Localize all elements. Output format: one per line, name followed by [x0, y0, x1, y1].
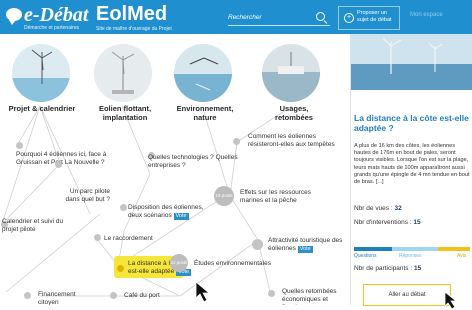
node-calendrier-suivi[interactable]: Calendrier et suivi du projet pilote [2, 218, 74, 234]
interventions-count: Nbr d'interventions : 15 [354, 219, 421, 226]
views-count: Nbr de vues : 32 [354, 205, 402, 212]
go-to-debate-button[interactable]: Aller au débat [363, 284, 451, 306]
interventions-value: 15 [413, 219, 421, 226]
category-projet-calendrier[interactable]: Projet & calendrier [6, 104, 78, 113]
header-bar: e-Débat Démarche et partenaires EolMed S… [0, 0, 472, 34]
avis-label: Avis [457, 253, 467, 259]
topic-photo [351, 34, 472, 90]
my-space-link[interactable]: Mon espace [410, 12, 443, 18]
node-parc-pilote[interactable]: Un parc pilote dans quel but ? [58, 188, 110, 204]
node-dot-selected[interactable] [117, 265, 124, 272]
views-label: Nbr de vues : [354, 205, 395, 212]
interventions-label: Nbr d'interventions : [354, 219, 414, 226]
participants-value: 15 [413, 265, 422, 272]
node-etudes-environnementales[interactable]: Études environnementales [194, 260, 284, 268]
topic-description: A plus de 16 km des côtes, les éoliennes… [354, 143, 470, 186]
node-cafe-du-port[interactable]: Café du port [124, 292, 180, 300]
eolmed-logo-title: EolMed [96, 3, 168, 25]
category-image-usages[interactable] [262, 44, 320, 102]
node-dot[interactable] [94, 234, 101, 241]
node-dot[interactable] [233, 138, 240, 145]
search-box [228, 11, 330, 26]
views-value: 32 [394, 205, 402, 212]
speech-bubble-icon [6, 8, 22, 25]
participants-label: Nbr de participants : [354, 265, 414, 272]
topic-detail-panel: La distance à la côte est-elle adaptée ?… [350, 34, 472, 310]
node-dot[interactable] [55, 161, 62, 168]
debate-map: Projet & calendrier Eolien flottant, imp… [0, 34, 350, 305]
edebat-logo-subtitle[interactable]: Démarche et partenaires [24, 25, 79, 31]
reponses-label: Réponses [399, 253, 422, 259]
mouse-cursor-icon [444, 291, 458, 310]
category-environnement-nature[interactable]: Environnement, nature [176, 104, 234, 122]
node-dot[interactable] [120, 204, 127, 211]
node-dot[interactable] [268, 290, 275, 297]
reponses-segment [392, 247, 438, 251]
node-raccordement[interactable]: Le raccordement [104, 235, 180, 243]
node-distance-cote[interactable]: La distance à la côte est-elle adaptée V… [128, 260, 200, 276]
eolmed-logo[interactable]: EolMed Site de maître d'ouvrage du Proje… [96, 2, 176, 32]
node-effets-ressources[interactable]: Effets sur les ressources marines et la … [240, 189, 330, 205]
questions-label: Questions [354, 253, 377, 259]
category-image-environnement[interactable] [174, 44, 232, 102]
edebat-logo-title: e-Débat [24, 4, 89, 26]
big-node-dot[interactable]: 15 posts [214, 186, 234, 206]
node-dot[interactable] [16, 142, 23, 149]
node-dot[interactable] [24, 292, 31, 299]
category-image-projet[interactable] [12, 44, 70, 102]
category-usages-retombees[interactable]: Usages, retombées [262, 104, 326, 122]
search-icon[interactable] [316, 12, 325, 21]
node-dot[interactable] [252, 239, 263, 250]
plus-circle-icon: + [344, 13, 354, 23]
vote-badge[interactable]: Vote [297, 246, 313, 253]
node-resistance-tempetes[interactable]: Comment les éoliennes résisteront-elles … [248, 133, 346, 149]
interventions-breakdown-bar [354, 247, 470, 251]
participants-count: Nbr de participants : 15 [354, 265, 421, 272]
eolmed-logo-subtitle: Site de maître d'ouvrage du Projet [96, 26, 172, 32]
search-input[interactable] [228, 11, 312, 24]
vote-badge[interactable]: Vote [173, 213, 189, 220]
big-node-dot[interactable]: 11 posts [170, 254, 188, 272]
node-financement-citoyen[interactable]: Financement citoyen [38, 291, 90, 305]
category-image-eolien[interactable] [94, 44, 152, 102]
node-attractivite-touristique[interactable]: Attractivité touristique des éoliennes V… [268, 237, 346, 253]
node-disposition-eoliennes[interactable]: Disposition des éoliennes, deux scénario… [128, 204, 212, 220]
propose-subject-label: Proposer un sujet de débat [357, 10, 392, 23]
edebat-logo[interactable]: e-Débat Démarche et partenaires [2, 3, 94, 31]
questions-segment [354, 247, 392, 251]
avis-segment [438, 247, 470, 251]
propose-subject-button[interactable]: + Proposer un sujet de débat [338, 6, 400, 30]
mouse-cursor-icon [195, 281, 211, 303]
node-technologies[interactable]: Quelles technologies ? Quelles entrepris… [148, 154, 248, 170]
category-eolien-implantation[interactable]: Eolien flottant, implantation [94, 104, 156, 122]
topic-title: La distance à la côte est-elle adaptée ? [354, 113, 469, 133]
node-retombees-economiques[interactable]: Quelles retombées économiques et fiscale… [282, 288, 348, 305]
node-pourquoi-eoliennes[interactable]: Pourquoi 4 éoliennes ici, face à Gruissa… [16, 151, 112, 167]
node-disposition-text: Disposition des éoliennes, deux scénario… [128, 204, 204, 219]
node-dot[interactable] [110, 292, 117, 299]
